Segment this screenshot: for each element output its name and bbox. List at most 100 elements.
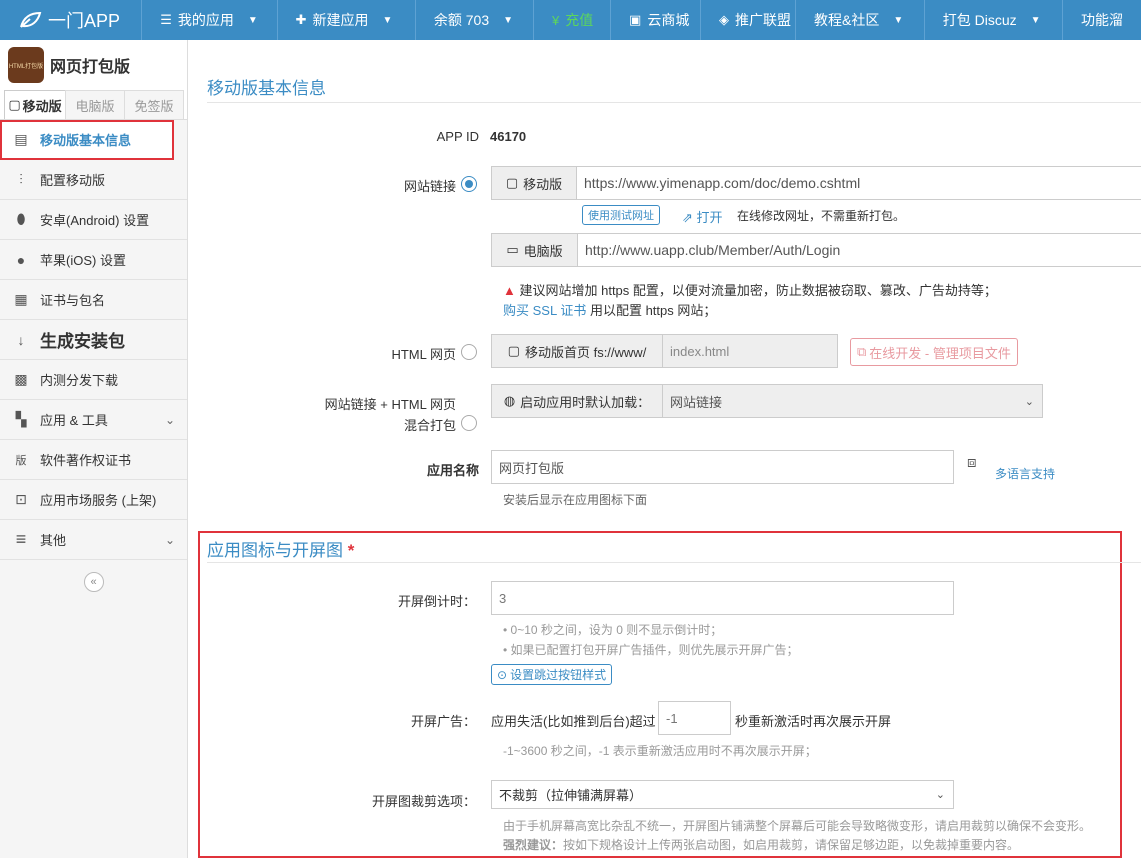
- nav-cloud-store[interactable]: ▣ 云商城: [611, 0, 702, 40]
- menu-icon: ☰: [160, 12, 172, 27]
- nav-my-apps[interactable]: ☰ 我的应用 ▼: [142, 0, 278, 40]
- monitor-icon: ▭: [506, 242, 519, 257]
- nav-label: 推广联盟: [735, 12, 792, 28]
- nav-label: 云商城: [647, 12, 690, 28]
- crop-hint-bold: 强烈建议：: [503, 838, 564, 852]
- buy-ssl-link[interactable]: 购买 SSL 证书: [503, 303, 586, 318]
- sidebar-item-label: 证书与包名: [40, 293, 106, 308]
- html-index-input[interactable]: index.html: [662, 334, 838, 368]
- tab-mobile[interactable]: ▢ 移动版: [4, 90, 66, 119]
- chevron-down-icon: ⌄: [164, 412, 175, 427]
- nav-features[interactable]: 功能溜: [1063, 0, 1141, 40]
- chevron-down-icon: ⌄: [164, 532, 175, 547]
- ad-hint: -1~3600 秒之间，-1 表示重新激活应用时不再次展示开屏；: [503, 744, 817, 758]
- apple-icon: ●: [16, 251, 26, 268]
- online-dev-button[interactable]: ⧉ 在线开发 - 管理项目文件: [850, 338, 1018, 366]
- ad-seconds-input[interactable]: -1: [658, 701, 731, 735]
- nav-label: 充值: [565, 12, 594, 28]
- multi-language-link[interactable]: 多语言支持: [995, 465, 1055, 482]
- addon-label: 启动应用时默认加载：: [520, 394, 651, 410]
- tab-pc[interactable]: 电脑版: [65, 90, 125, 119]
- crop-hint-text: 按如下规格设计上传两张启动图，如启用裁剪，请保留足够边距，以免裁掉重要内容。: [563, 838, 1020, 852]
- brand-logo[interactable]: 一门APP: [0, 0, 143, 40]
- translate-icon[interactable]: ⧈: [967, 454, 977, 471]
- collapse-icon[interactable]: «: [83, 572, 104, 592]
- yen-icon: ¥: [552, 12, 560, 28]
- sidebar-item-build[interactable]: ↓ 生成安装包: [0, 320, 187, 360]
- nav-label: 我的应用: [177, 12, 234, 28]
- sidebar-item-label: 苹果(iOS) 设置: [40, 253, 126, 268]
- nav-recharge[interactable]: ¥ 充值: [534, 0, 612, 40]
- chevron-down-icon: ⌄: [1024, 395, 1034, 408]
- https-warning: ▲ 建议网站增加 https 配置，以便对流量加密，防止数据被窃取、篡改、广告劫…: [503, 280, 997, 299]
- app-header: HTML打包版 网页打包版: [0, 40, 187, 90]
- tab-label: 免签版: [134, 98, 174, 114]
- sidebar-item-label: 其他: [40, 533, 67, 548]
- tab-free-sign[interactable]: 免签版: [124, 90, 184, 119]
- nav-discuz[interactable]: 打包 Discuz ▼: [925, 0, 1063, 40]
- nav-affiliate[interactable]: ◈ 推广联盟: [701, 0, 797, 40]
- mix-label-1: 网站链接 + HTML 网页: [324, 397, 456, 412]
- countdown-input[interactable]: 3: [491, 581, 954, 615]
- brand-name: 一门APP: [48, 11, 121, 31]
- html-page-radio[interactable]: [461, 344, 477, 360]
- crop-select[interactable]: 不裁剪（拉伸铺满屏幕） ⌄: [491, 780, 954, 809]
- addon-label: 移动版首页 fs://www/: [524, 344, 647, 360]
- pc-addon: ▭ 电脑版: [491, 233, 578, 267]
- site-link-label: 网站链接: [403, 179, 456, 194]
- sidebar-item-label: 安卓(Android) 设置: [40, 213, 150, 228]
- open-label: 打开: [696, 210, 723, 225]
- html-page-label: HTML 网页: [391, 347, 456, 362]
- ssl-line: 购买 SSL 证书 用以配置 https 网站；: [503, 300, 716, 319]
- sidebar-item-android[interactable]: ⬮ 安卓(Android) 设置: [0, 200, 187, 240]
- ad-prefix: 应用失活(比如推到后台)超过: [491, 714, 656, 729]
- settings-icon: ⊙: [497, 667, 508, 682]
- top-navbar: 一门APP ☰ 我的应用 ▼ ✚ 新建应用 ▼ 余额 703 ▼ ¥ 充值 ▣ …: [0, 0, 1141, 40]
- sliders-icon: ⫶: [19, 171, 23, 187]
- app-name: 网页打包版: [50, 59, 131, 76]
- version-tabs: ▢ 移动版 电脑版 免签版: [0, 90, 187, 120]
- skip-button-style-button[interactable]: ⊙ 设置跳过按钮样式: [491, 664, 613, 685]
- sidebar-item-other[interactable]: ≡ 其他 ⌄: [0, 520, 187, 560]
- list-icon: ≡: [15, 529, 27, 549]
- use-test-url-button[interactable]: 使用测试网址: [582, 205, 660, 225]
- app-name-label: 应用名称: [426, 463, 479, 478]
- sidebar-item-ios[interactable]: ● 苹果(iOS) 设置: [0, 240, 187, 280]
- nav-balance[interactable]: 余额 703 ▼: [416, 0, 535, 40]
- mix-label-2: 混合打包: [403, 418, 456, 433]
- open-link[interactable]: ⇗ 打开: [682, 207, 723, 226]
- copy-icon: ⧉: [857, 344, 867, 359]
- sidebar-item-label: 应用市场服务 (上架): [40, 493, 157, 508]
- leaf-icon: [20, 11, 42, 28]
- download-sort-icon: ↓: [17, 331, 25, 348]
- nav-new-app[interactable]: ✚ 新建应用 ▼: [278, 0, 416, 40]
- app-logo: HTML打包版: [8, 47, 44, 83]
- caret-down-icon: ▼: [1030, 14, 1041, 26]
- app-name-input[interactable]: 网页打包版: [491, 450, 954, 484]
- mobile-url-input[interactable]: https://www.yimenapp.com/doc/demo.cshtml: [576, 166, 1141, 200]
- appid-value: 46170: [490, 129, 527, 144]
- default-load-select[interactable]: 网站链接 ⌄: [662, 384, 1043, 418]
- sidebar-item-tools[interactable]: ▚ 应用 & 工具 ⌄: [0, 400, 187, 440]
- site-link-radio[interactable]: [461, 176, 477, 192]
- sidebar-item-certificate[interactable]: ▦ 证书与包名: [0, 280, 187, 320]
- mix-radio[interactable]: [461, 415, 477, 431]
- sidebar-item-config-mobile[interactable]: ⫶ 配置移动版: [0, 160, 187, 200]
- nav-tutorials[interactable]: 教程&社区 ▼: [796, 0, 925, 40]
- caret-down-icon: ▼: [503, 14, 514, 26]
- sidebar-item-basic-info[interactable]: ▤ 移动版基本信息: [0, 120, 174, 160]
- sidebar-item-beta-download[interactable]: ▩ 内测分发下载: [0, 360, 187, 400]
- sidebar-collapse: «: [0, 560, 187, 604]
- sidebar-item-market[interactable]: ⊡ 应用市场服务 (上架): [0, 480, 187, 520]
- ad-suffix: 秒重新激活时再次展示开屏: [735, 714, 892, 729]
- pc-url-input[interactable]: http://www.uapp.club/Member/Auth/Login: [577, 233, 1141, 267]
- mobile-icon: ▢: [8, 97, 21, 112]
- online-edit-hint: 在线修改网址，不需重新打包。: [737, 209, 906, 223]
- sidebar-item-copyright[interactable]: 版 软件著作权证书: [0, 440, 187, 480]
- countdown-label: 开屏倒计时：: [397, 594, 476, 609]
- button-label: 设置跳过按钮样式: [510, 668, 607, 682]
- crop-hint-1: 由于手机屏幕高宽比杂乱不统一，开屏图片铺满整个屏幕后可能会导致略微变形，请启用裁…: [503, 819, 1092, 833]
- splash-ad-label: 开屏广告：: [410, 714, 476, 729]
- globe-icon: ◍: [503, 393, 516, 408]
- caret-down-icon: ▼: [382, 14, 393, 26]
